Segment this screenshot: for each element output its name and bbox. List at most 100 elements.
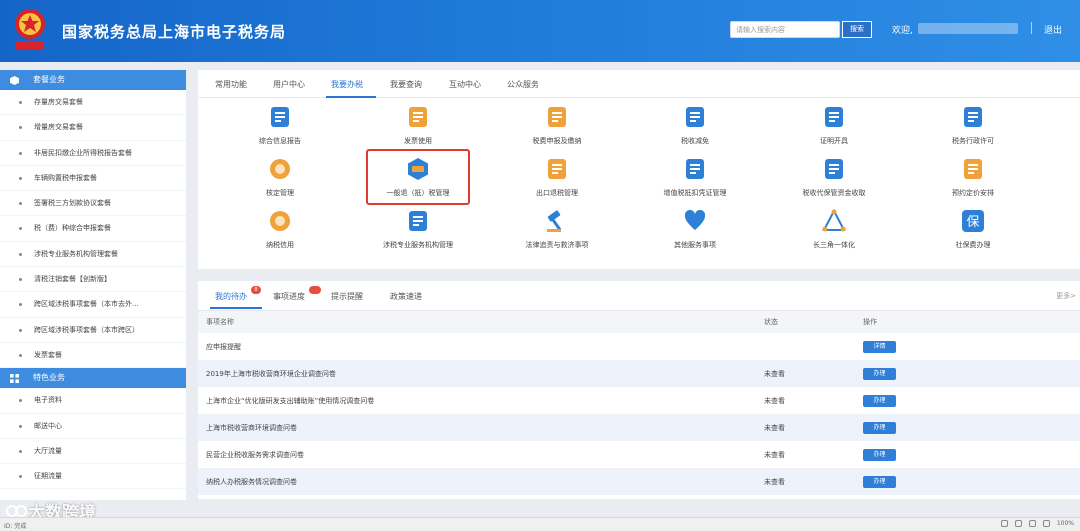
service-item[interactable]: 发票使用 [363,105,473,146]
sidebar-item[interactable]: 跨区域涉税事项套餐（本市跨区） [0,318,186,343]
sidebar-item[interactable]: 清税注销套餐【创新版】 [0,267,186,293]
row-action-button[interactable]: 办理 [863,475,896,488]
service-label: 增值税抵扣凭证管理 [663,189,727,197]
service-label: 税收减免 [681,137,709,145]
service-item[interactable]: 税收代保管资金收取 [779,157,889,198]
row-action-button[interactable]: 办理 [863,394,896,407]
bullet-icon [19,303,22,307]
sidebar-item-label: 签署税三方划款协议套餐 [34,199,111,208]
tab-my-todo[interactable]: 我的待办 [215,291,247,302]
row-action-button[interactable]: 办理 [863,448,896,461]
report-icon [268,105,292,129]
sidebar-section-features[interactable]: 特色业务 [0,368,186,389]
sidebar-item-label: 邮送中心 [34,421,62,430]
todo-panel: 我的待办 8 事项进度 提示提醒 政策速递 更多> 事项名称 状态 操作 应申报… [198,281,1080,499]
todo-count-badge: 8 [251,286,261,294]
sidebar-item-label: 税（费）种综合申报套餐 [34,224,111,233]
invoice-icon [406,105,430,129]
sidebar-item[interactable]: 增量房交易套餐 [0,115,186,141]
row-name[interactable]: 上海市企业“优化版研发支出辅助账”使用情况调查问卷 [206,396,374,406]
certificate-icon [822,105,846,129]
sidebar-item-label: 发票套餐 [34,350,62,359]
row-action-button[interactable]: 办理 [863,421,896,434]
service-item[interactable]: 长三角一体化 [779,208,889,250]
sidebar-item[interactable]: 存量房交易套餐 [0,90,186,116]
tab-progress[interactable]: 事项进度 [273,291,305,302]
service-item[interactable]: 税收减免 [640,105,750,146]
site-title: 国家税务总局上海市电子税务局 [62,23,287,41]
service-item[interactable]: 证明开具 [779,105,889,146]
service-item[interactable]: 税务行政许可 [918,105,1028,146]
tax-relief-icon [683,105,707,129]
tab-query[interactable]: 我要查询 [390,79,422,90]
service-item[interactable]: 纳税信用 [225,209,335,250]
tab-common[interactable]: 常用功能 [215,79,247,90]
service-item[interactable]: 预约定价安排 [918,157,1028,198]
search-input[interactable]: 请输入搜索内容 [730,21,840,38]
row-status: 未查看 [764,423,785,432]
search-button[interactable]: 搜索 [842,21,872,38]
browser-status-bar: ID: 完成 100% [0,517,1080,531]
sidebar-item[interactable]: 车辆购置税申报套餐 [0,166,186,192]
cube-icon [10,75,19,85]
sidebar-item[interactable]: 涉税专业服务机构管理套餐 [0,242,186,268]
sidebar-item[interactable]: 非居民扣缴企业所得税报告套餐 [0,141,186,166]
tab-reminders[interactable]: 提示提醒 [331,291,363,302]
service-item[interactable]: 出口退税管理 [502,157,612,198]
bullet-icon [19,328,22,332]
sidebar-item[interactable]: 电子资料 [0,388,186,414]
service-item[interactable]: 保社保费办理 [918,209,1028,250]
row-action-button[interactable]: 详情 [863,340,896,353]
service-item[interactable]: 其他服务事项 [640,209,750,250]
bullet-icon [19,353,22,357]
sidebar-section-packages[interactable]: 套餐业务 [0,70,186,90]
service-item[interactable]: 增值税抵扣凭证管理 [640,157,750,198]
table-row: 民营企业税收服务需求调查问卷 未查看 办理 [198,441,1080,468]
row-action-button[interactable]: 办理 [863,367,896,380]
active-tab-indicator [210,307,262,309]
service-label: 出口退税管理 [536,189,578,197]
sidebar-item[interactable]: 邮送中心 [0,414,186,439]
service-item[interactable]: 综合信息报告 [225,105,335,146]
row-name[interactable]: 上海市税收营商环境调查问卷 [206,423,297,433]
service-item[interactable]: 税费申报及缴纳 [502,105,612,146]
security-icon[interactable] [1000,520,1008,527]
bullet-icon [19,101,22,104]
tax-payment-icon [545,105,569,129]
grid-icon [10,373,19,383]
svg-text:保: 保 [966,215,979,230]
tab-public-service[interactable]: 公众服务 [507,79,539,90]
row-name[interactable]: 民营企业税收服务需求调查问卷 [206,450,304,460]
service-item[interactable]: 法律追责与救济事项 [502,209,612,250]
row-name[interactable]: 纳税人办税服务情况调查问卷 [206,477,297,487]
download-icon[interactable] [1028,520,1036,527]
sidebar-item-label: 车辆购置税申报套餐 [34,173,97,182]
speaker-icon[interactable] [1014,520,1022,527]
sidebar-item[interactable]: 签署税三方划款协议套餐 [0,191,186,217]
sidebar-item[interactable]: 征期流量 [0,464,186,490]
sidebar-item[interactable]: 税（费）种综合申报套餐 [0,216,186,242]
service-item[interactable]: 涉税专业服务机构管理 [363,209,473,250]
zoom-level[interactable]: 100% [1057,520,1074,527]
service-item[interactable]: 核定管理 [225,157,335,198]
progress-badge [309,286,321,294]
row-status: 未查看 [764,450,785,459]
tab-tax-handling[interactable]: 我要办税 [331,79,363,90]
top-header: 国家税务总局上海市电子税务局 请输入搜索内容 搜索 欢迎, 退出 [0,0,1080,62]
pricing-icon [961,157,985,181]
service-label: 证明开具 [820,137,848,145]
sidebar-item[interactable]: 发票套餐 [0,343,186,369]
row-name[interactable]: 应申报提醒 [206,342,241,352]
more-link[interactable]: 更多> [1056,291,1076,301]
tab-policy[interactable]: 政策速递 [390,291,422,302]
tab-user-center[interactable]: 用户中心 [273,79,305,90]
logout-link[interactable]: 退出 [1044,23,1062,36]
row-name[interactable]: 2019年上海市税收营商环境企业调查问卷 [206,369,336,379]
service-label: 税务行政许可 [952,137,994,145]
tab-interaction[interactable]: 互动中心 [449,79,481,90]
settings-icon[interactable] [1042,520,1050,527]
header-divider [1031,22,1032,34]
sidebar-item[interactable]: 大厅流量 [0,439,186,465]
credit-icon [268,209,292,233]
sidebar-item[interactable]: 跨区域涉税事项套餐（本市去外... [0,292,186,318]
